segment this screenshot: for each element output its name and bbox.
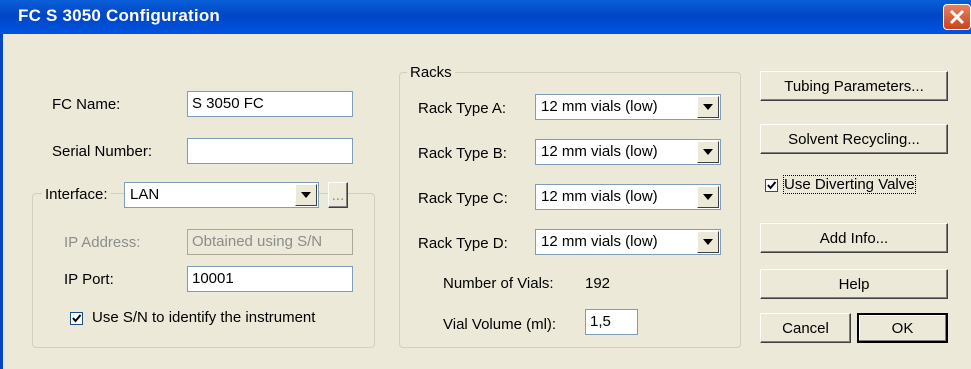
chevron-down-icon[interactable] [295,184,317,206]
window-title: FC S 3050 Configuration [18,6,221,25]
num-vials-value: 192 [585,275,611,292]
ip-address-label: IP Address: [64,234,141,251]
close-icon [949,9,965,25]
ip-address-field: Obtained using S/N [187,229,353,255]
tubing-parameters-button[interactable]: Tubing Parameters... [760,71,948,101]
ip-port-field[interactable]: 10001 [187,266,353,292]
rack-a-label: Rack Type A: [418,100,507,117]
close-button[interactable] [943,4,971,30]
vial-volume-label: Vial Volume (ml): [443,316,557,333]
cancel-button[interactable]: Cancel [760,313,851,343]
chevron-down-icon[interactable] [697,141,719,163]
racks-title: Racks [407,64,455,81]
interface-value: LAN [130,186,160,203]
ip-port-label: IP Port: [64,271,114,288]
serial-number-label: Serial Number: [52,143,153,160]
rack-c-value: 12 mm vials (low) [541,188,658,205]
chevron-down-icon[interactable] [697,186,719,208]
rack-a-value: 12 mm vials (low) [541,98,658,115]
diverting-valve-label: Use Diverting Valve [783,175,916,194]
fc-name-field[interactable]: S 3050 FC [187,91,353,117]
use-sn-checkbox[interactable] [70,312,83,325]
ok-button[interactable]: OK [857,313,948,343]
title-bar[interactable]: FC S 3050 Configuration [0,0,971,34]
rack-b-value: 12 mm vials (low) [541,143,658,160]
fc-name-label: FC Name: [52,96,121,113]
rack-c-select[interactable]: 12 mm vials (low) [535,184,721,210]
rack-d-value: 12 mm vials (low) [541,233,658,250]
window-border [0,34,3,369]
rack-d-label: Rack Type D: [418,235,508,252]
interface-select[interactable]: LAN [124,182,319,208]
rack-c-label: Rack Type C: [418,190,508,207]
interface-browse-button[interactable]: ... [328,182,348,208]
rack-a-select[interactable]: 12 mm vials (low) [535,94,721,120]
chevron-down-icon[interactable] [697,96,719,118]
rack-b-select[interactable]: 12 mm vials (low) [535,139,721,165]
use-sn-label: Use S/N to identify the instrument [92,309,316,326]
rack-d-select[interactable]: 12 mm vials (low) [535,229,721,255]
chevron-down-icon[interactable] [697,231,719,253]
checkmark-icon [72,314,82,323]
serial-number-field[interactable] [187,138,353,164]
solvent-recycling-button[interactable]: Solvent Recycling... [760,124,948,154]
help-button[interactable]: Help [760,269,948,299]
num-vials-label: Number of Vials: [443,275,554,292]
interface-label: Interface: [42,186,111,203]
diverting-valve-checkbox[interactable] [765,179,778,192]
vial-volume-field[interactable]: 1,5 [585,309,638,335]
checkmark-icon [767,181,777,190]
add-info-button[interactable]: Add Info... [760,223,948,253]
rack-b-label: Rack Type B: [418,145,507,162]
